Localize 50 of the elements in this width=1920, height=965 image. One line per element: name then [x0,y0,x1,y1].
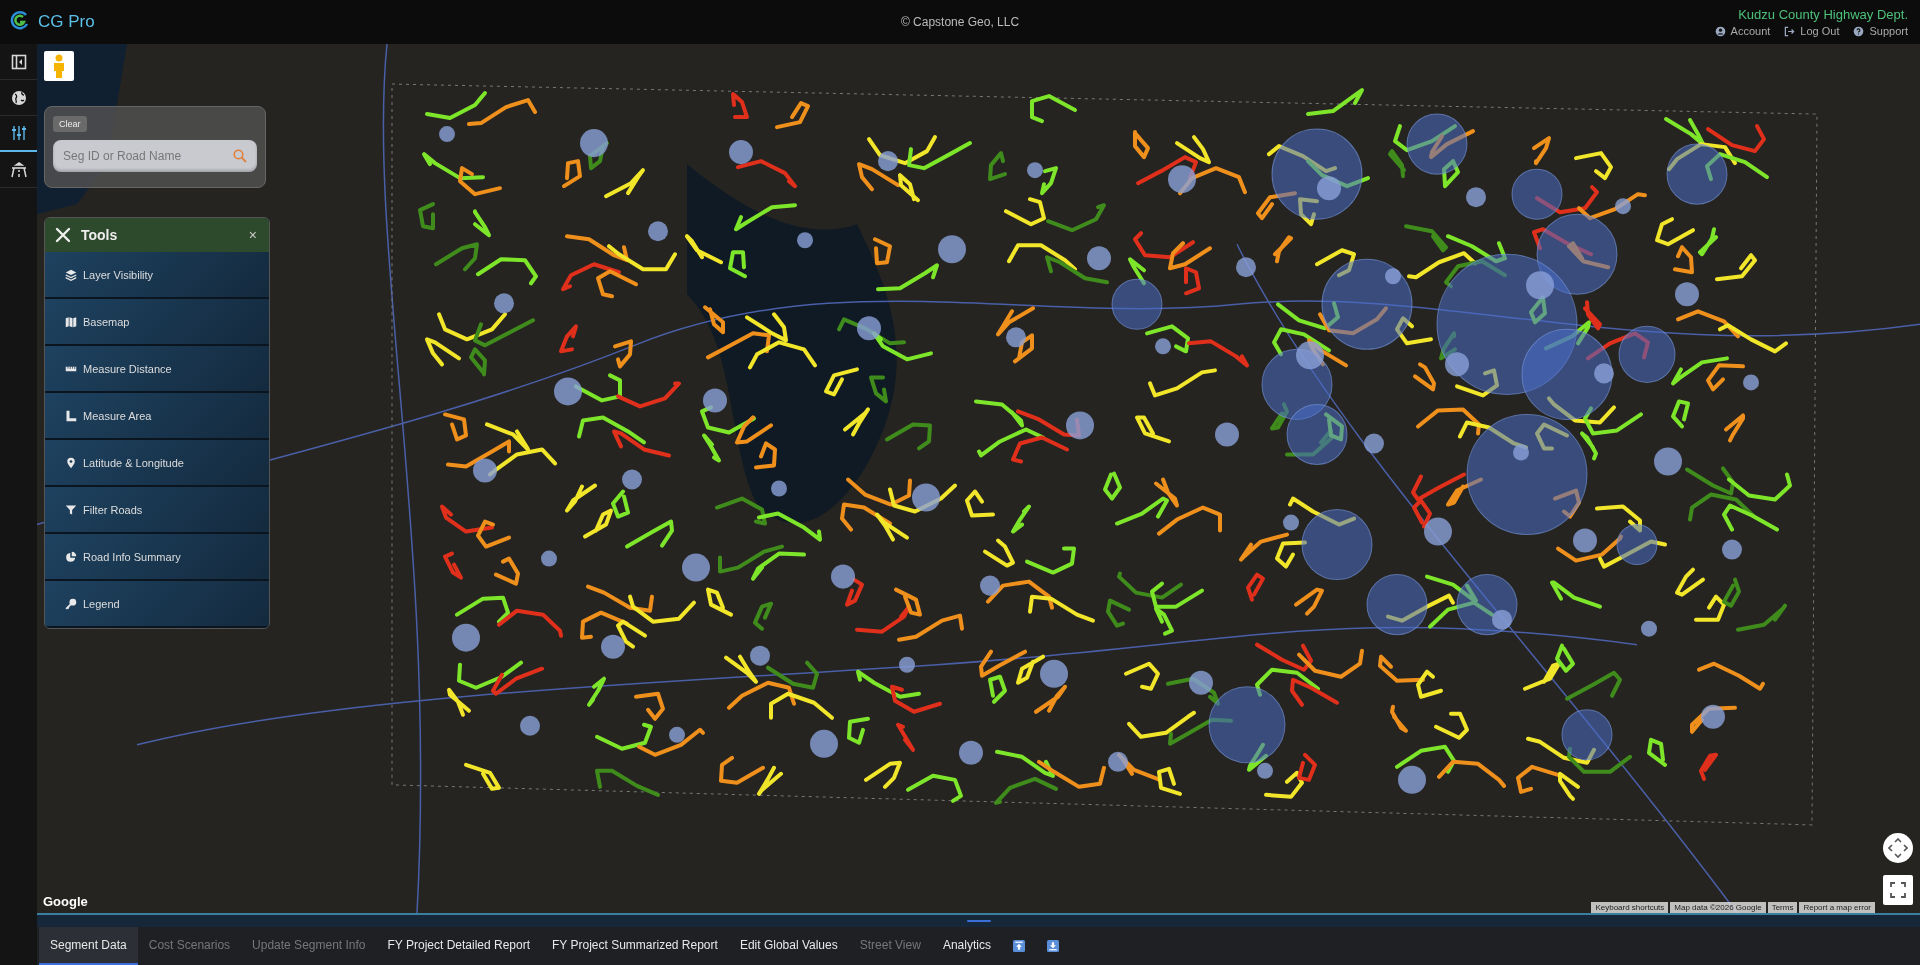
fullscreen-icon [1890,882,1906,898]
person-icon [52,54,66,78]
pan-arrows-icon [1888,838,1908,858]
user-menu-link[interactable]: Account [1714,25,1771,37]
panel-tab[interactable]: Edit Global Values [728,927,849,965]
user-icon [1714,25,1726,37]
road-icon [10,161,27,178]
help-icon [1853,25,1865,37]
user-menu-link[interactable]: Support [1853,25,1908,37]
tool-menu-item[interactable]: Layer Visibility [45,252,269,299]
copyright-text: © Capstone Geo, LLC [900,15,1020,29]
sidebar-toggle-icon [10,53,27,70]
tools-title: Tools [81,227,119,243]
search-icon [233,149,247,163]
layers-icon [65,268,77,281]
map-attribution-link[interactable]: Keyboard shortcuts [1591,902,1669,913]
google-logo: Google [43,894,88,909]
download-arrow-icon [1046,940,1059,952]
panel-tab[interactable]: Analytics [931,927,1002,965]
user-menu-link[interactable]: Log Out [1784,25,1840,37]
filter-icon [65,503,77,516]
search-field[interactable]: Seg ID or Road Name [53,140,257,172]
app-title: CG Pro [38,12,95,32]
pie-chart-icon [65,550,77,563]
organization-name: Kudzu County Highway Dept. [1738,7,1908,22]
fullscreen-button[interactable] [1883,875,1913,905]
map-attribution-link[interactable]: Report a map error [1799,902,1875,913]
tool-menu-item[interactable]: Filter Roads [45,487,269,534]
map-attribution-link[interactable]: Terms [1767,902,1798,913]
logout-icon [1784,25,1796,37]
map-attribution-link[interactable]: Map data ©2026 Google [1670,902,1766,913]
logo-icon [10,10,30,30]
panel-tab[interactable]: Segment Data [39,927,138,965]
tool-menu-item[interactable]: Road Info Summary [45,534,269,581]
key-icon [65,597,77,610]
tool-menu-item[interactable]: Measure Area [45,393,269,440]
clear-button[interactable]: Clear [53,116,87,132]
tool-menu-item[interactable]: Legend [45,581,269,628]
tool-menu-item[interactable]: Basemap [45,299,269,346]
close-button[interactable]: × [246,227,259,243]
location-pin-icon [65,456,77,469]
map-icon [65,315,77,328]
globe-icon [10,89,27,106]
panel-tab[interactable]: FY Project Summarized Report [541,927,729,965]
resize-handle[interactable] [966,920,991,922]
tool-menu-item[interactable]: Measure Distance [45,346,269,393]
panel-tab[interactable]: FY Project Detailed Report [376,927,542,965]
sliders-icon [10,125,27,141]
tool-menu-item[interactable]: Latitude & Longitude [45,440,269,487]
upload-arrow-icon [1012,940,1025,952]
